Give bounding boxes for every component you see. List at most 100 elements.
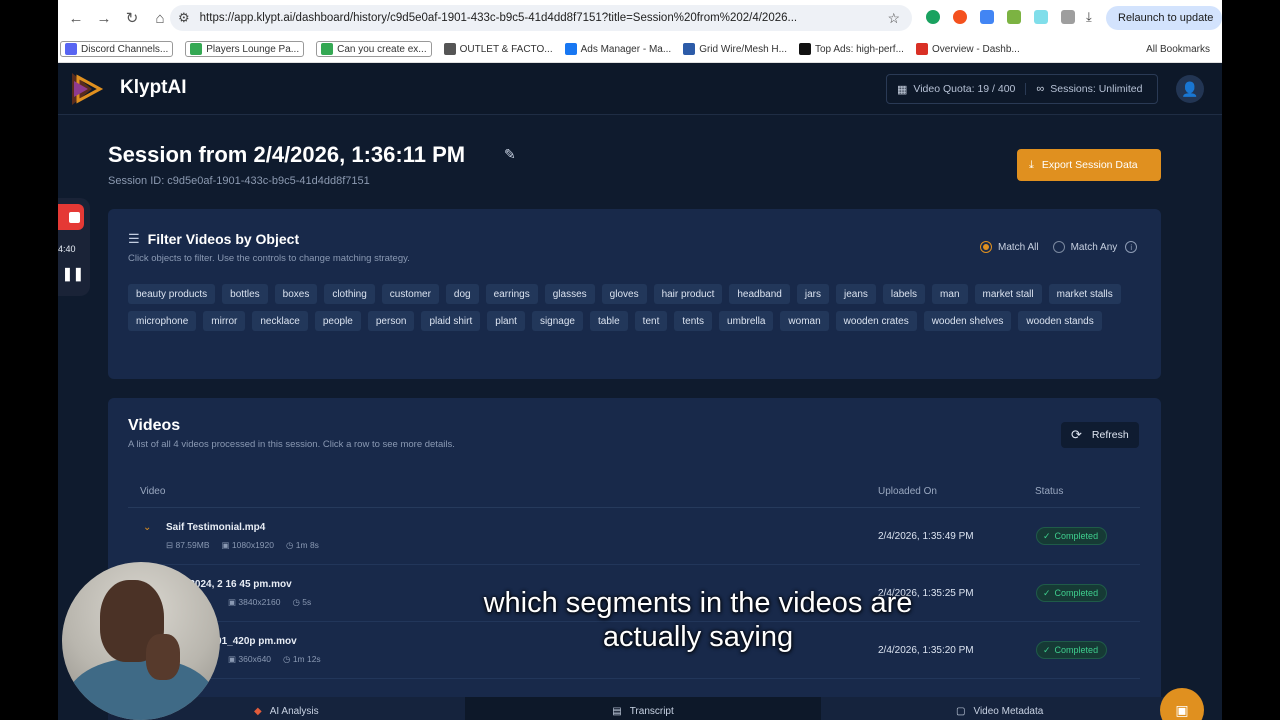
bookmark-item[interactable]: Grid Wire/Mesh H... xyxy=(683,43,787,55)
extension-icon[interactable] xyxy=(980,10,994,24)
export-session-button[interactable]: ⤓ Export Session Data xyxy=(1017,149,1161,181)
edit-pencil-icon[interactable]: ✎ xyxy=(504,146,516,163)
extension-icon[interactable] xyxy=(953,10,967,24)
relaunch-button[interactable]: Relaunch to update xyxy=(1106,6,1222,30)
object-chip[interactable]: plaid shirt xyxy=(421,311,481,331)
uploaded-on: 2/4/2026, 1:35:49 PM xyxy=(878,531,974,542)
filter-subtext: Click objects to filter. Use the control… xyxy=(128,253,410,264)
object-chip[interactable]: table xyxy=(589,311,628,331)
bookmark-item[interactable]: Discord Channels... xyxy=(60,41,174,57)
extension-icon[interactable] xyxy=(1007,10,1021,24)
match-any-radio[interactable] xyxy=(1052,241,1065,253)
object-chip[interactable]: labels xyxy=(882,284,926,304)
resolution-value: 1080x1920 xyxy=(231,540,274,550)
bookmark-favicon-icon xyxy=(65,43,77,55)
all-bookmarks[interactable]: All Bookmarks xyxy=(1146,44,1210,55)
object-chip[interactable]: signage xyxy=(531,311,583,331)
object-chip[interactable]: wooden stands xyxy=(1018,311,1102,331)
infinity-icon: ∞ xyxy=(1036,83,1045,95)
bookmark-label: Players Lounge Pa... xyxy=(206,43,300,55)
object-chip[interactable]: jars xyxy=(796,284,829,304)
object-chip[interactable]: market stalls xyxy=(1048,284,1121,304)
object-chip[interactable]: gloves xyxy=(601,284,647,304)
object-chip[interactable]: glasses xyxy=(544,284,595,304)
video-meta: ⊟ 87.59MB ▣ 1080x1920 ◷ 1m 8s xyxy=(166,540,331,551)
object-chip[interactable]: boxes xyxy=(274,284,318,304)
extension-icon[interactable] xyxy=(926,10,940,24)
object-chip[interactable]: necklace xyxy=(252,311,308,331)
bookmark-label: Grid Wire/Mesh H... xyxy=(699,43,787,55)
app-header: KlyptAI ▦ Video Quota: 19 / 400 ∞ Sessio… xyxy=(58,63,1222,115)
address-bar[interactable]: ⚙ https://app.klypt.ai/dashboard/history… xyxy=(170,5,912,31)
stop-recording-button[interactable] xyxy=(58,204,84,230)
file-size: ⊟ 87.59MB xyxy=(166,540,210,550)
object-chip[interactable]: man xyxy=(932,284,968,304)
refresh-button[interactable]: ⟳ Refresh xyxy=(1061,422,1139,448)
session-id: Session ID: c9d5e0af-1901-433c-b9c5-41d4… xyxy=(108,175,370,187)
bookmark-item[interactable]: OUTLET & FACTO... xyxy=(443,43,553,55)
object-chip[interactable]: jeans xyxy=(836,284,876,304)
site-settings-icon[interactable]: ⚙ xyxy=(178,10,190,26)
webcam-overlay xyxy=(62,562,220,720)
bookmark-favicon-icon xyxy=(564,43,577,55)
back-icon[interactable]: ← xyxy=(62,4,90,32)
match-all-label[interactable]: Match All xyxy=(998,242,1039,253)
screen-recorder: 4:40 ❚❚ xyxy=(58,198,90,296)
object-chip[interactable]: plant xyxy=(487,311,525,331)
match-all-radio[interactable] xyxy=(980,241,992,253)
object-chip[interactable]: wooden shelves xyxy=(923,311,1012,331)
col-video[interactable]: Video xyxy=(140,486,165,497)
object-chip[interactable]: customer xyxy=(381,284,439,304)
object-chip[interactable]: hair product xyxy=(653,284,723,304)
info-icon[interactable]: i xyxy=(1125,241,1138,253)
object-chip[interactable]: umbrella xyxy=(719,311,774,331)
reload-icon[interactable]: ↻ xyxy=(118,4,146,32)
filter-heading: ☰ Filter Videos by Object xyxy=(128,231,299,247)
bookmark-label: Top Ads: high-perf... xyxy=(814,43,904,55)
col-uploaded[interactable]: Uploaded On xyxy=(878,486,937,497)
sessions-quota: ∞ Sessions: Unlimited xyxy=(1025,83,1152,95)
object-chip[interactable]: earrings xyxy=(485,284,538,304)
object-chip[interactable]: microphone xyxy=(128,311,197,331)
bookmark-item[interactable]: Top Ads: high-perf... xyxy=(798,43,904,55)
object-chip[interactable]: dog xyxy=(445,284,479,304)
object-chip[interactable]: people xyxy=(314,311,361,331)
object-chip[interactable]: tents xyxy=(674,311,713,331)
url-text: https://app.klypt.ai/dashboard/history/c… xyxy=(199,12,798,24)
object-chip[interactable]: mirror xyxy=(203,311,246,331)
recording-time: 4:40 xyxy=(58,244,76,254)
forward-icon[interactable]: → xyxy=(90,4,118,32)
pause-icon[interactable]: ❚❚ xyxy=(62,266,84,282)
object-chip[interactable]: headband xyxy=(729,284,790,304)
video-caption: which segments in the videos are actuall… xyxy=(116,586,1222,654)
object-chip[interactable]: woman xyxy=(780,311,829,331)
table-row[interactable]: ⌄ Saif Testimonial.mp4 ⊟ 87.59MB ▣ 1080x192… xyxy=(128,508,1140,565)
col-status[interactable]: Status xyxy=(1035,486,1063,497)
video-quota-label: Video Quota: xyxy=(913,83,975,95)
object-chip[interactable]: beauty products xyxy=(128,284,216,304)
extension-icon[interactable] xyxy=(1034,10,1048,24)
user-avatar-icon[interactable]: 👤 xyxy=(1176,75,1204,103)
object-chip[interactable]: clothing xyxy=(324,284,375,304)
object-chip[interactable]: wooden crates xyxy=(835,311,917,331)
tab-video-metadata[interactable]: ▢ Video Metadata xyxy=(821,697,1178,720)
status-label: Completed xyxy=(1054,531,1099,541)
extensions-puzzle-icon[interactable] xyxy=(1061,10,1075,24)
object-chip[interactable]: person xyxy=(367,311,415,331)
bookmark-item[interactable]: Ads Manager - Ma... xyxy=(564,43,671,55)
bookmark-item[interactable]: Overview - Dashb... xyxy=(915,43,1020,55)
chevron-down-icon[interactable]: ⌄ xyxy=(143,522,151,533)
bookmark-star-icon[interactable]: ☆ xyxy=(887,10,900,27)
bookmark-item[interactable]: Players Lounge Pa... xyxy=(185,41,305,57)
download-icon[interactable]: ⤓ xyxy=(1086,9,1100,24)
object-chip[interactable]: market stall xyxy=(974,284,1042,304)
bookmark-label: OUTLET & FACTO... xyxy=(459,43,553,55)
filter-heading-text: Filter Videos by Object xyxy=(147,231,300,247)
object-chip[interactable]: tent xyxy=(634,311,668,331)
match-any-label[interactable]: Match Any xyxy=(1071,242,1118,253)
bookmark-item[interactable]: Can you create ex... xyxy=(316,41,432,57)
tab-transcript[interactable]: ▤ Transcript xyxy=(464,697,822,720)
chat-fab-button[interactable]: ▣ xyxy=(1160,688,1204,720)
quota-panel: ▦ Video Quota: 19 / 400 ∞ Sessions: Unli… xyxy=(886,74,1158,104)
object-chip[interactable]: bottles xyxy=(222,284,268,304)
